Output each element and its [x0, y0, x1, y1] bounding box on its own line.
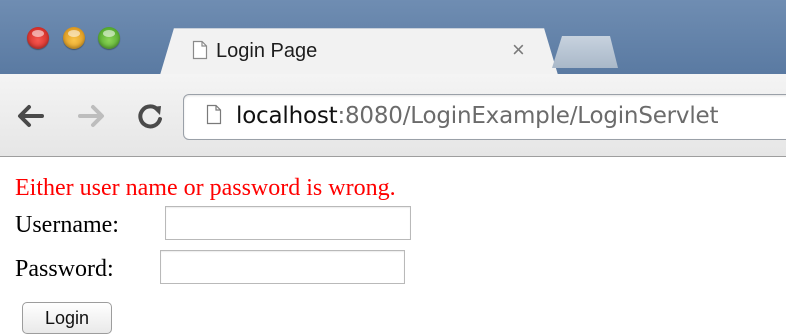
arrow-right-icon[interactable]	[76, 98, 108, 134]
arrow-left-icon[interactable]	[14, 98, 46, 134]
login-button[interactable]: Login	[22, 302, 112, 334]
page-content: Either user name or password is wrong. U…	[0, 157, 786, 334]
username-input[interactable]	[165, 206, 411, 240]
tab-title: Login Page	[216, 40, 318, 62]
page-icon	[192, 40, 208, 60]
minimize-window-button[interactable]	[63, 27, 85, 49]
error-message: Either user name or password is wrong.	[15, 175, 396, 201]
username-label: Username:	[15, 212, 119, 238]
password-label: Password:	[15, 256, 114, 282]
url-host: localhost	[236, 103, 338, 129]
close-window-button[interactable]	[27, 27, 49, 49]
zoom-window-button[interactable]	[98, 27, 120, 49]
url-path: :8080/LoginExample/LoginServlet	[337, 103, 719, 129]
address-url: localhost:8080/LoginExample/LoginServlet	[236, 103, 718, 129]
page-icon	[206, 104, 222, 125]
new-tab-button[interactable]	[552, 36, 618, 68]
password-input[interactable]	[160, 250, 405, 284]
reload-icon[interactable]	[133, 98, 165, 134]
close-tab-icon[interactable]: ×	[512, 39, 525, 61]
